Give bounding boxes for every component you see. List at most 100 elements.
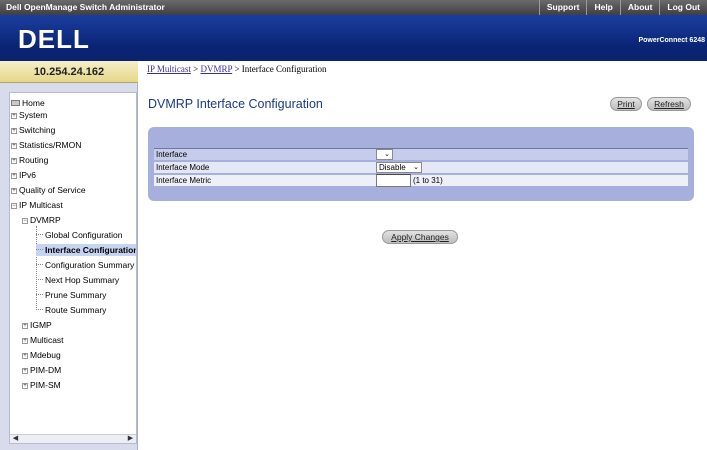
tree-connector [36,294,43,295]
help-link[interactable]: Help [586,0,619,15]
interface-mode-row: Interface Mode Disable ⌄ [154,162,688,173]
tree-item-label: Next Hop Summary [45,275,120,285]
refresh-button[interactable]: Refresh [647,97,691,111]
tree-item-ip-multicast[interactable]: − IP Multicast [11,199,63,211]
expand-icon[interactable]: + [11,113,17,119]
tree-connector [36,309,43,310]
tree-item-label: Interface Configuration [45,245,137,255]
interface-metric-range-hint: (1 to 31) [413,176,443,185]
tree-item-route-summary[interactable]: Route Summary [36,304,106,316]
scroll-right-icon[interactable]: ▶ [126,435,135,443]
product-model: PowerConnect 6248 [638,37,705,44]
tree-connector [36,264,43,265]
expand-icon[interactable]: + [22,353,28,359]
tree-item-switching[interactable]: + Switching [11,124,55,136]
tree-item-label: Prune Summary [45,290,107,300]
expand-icon[interactable]: + [11,188,17,194]
interface-metric-input[interactable] [376,174,411,187]
support-link[interactable]: Support [538,0,587,15]
expand-icon[interactable]: + [22,368,28,374]
breadcrumb-link-dvmrp[interactable]: DVMRP [201,64,233,74]
interface-row: Interface ⌄ [154,148,688,160]
horizontal-scrollbar[interactable]: ◀ ▶ [10,434,136,443]
tree-item-qos[interactable]: + Quality of Service [11,184,86,196]
home-folder-icon [11,100,20,106]
tree-item-multicast[interactable]: + Multicast [22,334,64,346]
tree-item-home[interactable]: Home [11,97,45,109]
tree-item-label: PIM-SM [30,380,61,390]
app-title: Dell OpenManage Switch Administrator [6,2,165,12]
breadcrumb-link-ip-multicast[interactable]: IP Multicast [147,64,191,74]
tree-item-label: IGMP [30,320,52,330]
tree-item-label: Routing [19,155,49,165]
navigation-tree: Home + System + Switching + Statistics/RMON… [9,92,137,444]
tree-item-label: PIM-DM [30,365,62,375]
expand-icon[interactable]: + [22,338,28,344]
tree-connector [36,249,43,250]
expand-icon[interactable]: + [22,323,28,329]
expand-icon[interactable]: + [11,128,17,134]
tree-item-label: Home [22,98,45,108]
tree-item-label: Switching [19,125,56,135]
tree-item-label: Route Summary [45,305,107,315]
tree-item-label: Global Configuration [45,230,123,240]
tree-item-label: IP Multicast [19,200,63,210]
top-bar: Dell OpenManage Switch Administrator Sup… [0,0,707,15]
top-links: Support Help About Log Out [538,0,707,15]
tree-item-label: Configuration Summary [45,260,135,270]
tree-item-prune-summary[interactable]: Prune Summary [36,289,106,301]
tree-item-label: Multicast [30,335,64,345]
interface-metric-label: Interface Metric [156,176,212,185]
sidebar: 10.254.24.162 Home + System + Switching + S… [0,61,138,450]
tree-connector [36,279,43,280]
expand-icon[interactable]: + [11,143,17,149]
interface-select[interactable]: ⌄ [376,149,393,160]
breadcrumb-current: Interface Configuration [241,64,327,74]
tree-connector [36,234,43,235]
scroll-left-icon[interactable]: ◀ [11,435,20,443]
chevron-down-icon: ⌄ [384,151,390,158]
breadcrumb: IP Multicast > DVMRP > Interface Configu… [147,64,326,74]
svg-text:DELL: DELL [18,24,90,54]
tree-item-routing[interactable]: + Routing [11,154,48,166]
tree-item-ipv6[interactable]: + IPv6 [11,169,36,181]
logout-link[interactable]: Log Out [659,0,707,15]
tree-item-configuration-summary[interactable]: Configuration Summary [36,259,134,271]
expand-icon[interactable]: + [11,158,17,164]
breadcrumb-separator: > [190,64,201,74]
expand-icon[interactable]: + [11,173,17,179]
interface-mode-select[interactable]: Disable ⌄ [376,162,422,173]
tree-item-label: Mdebug [30,350,61,360]
breadcrumb-separator: > [232,64,242,74]
tree-item-system[interactable]: + System [11,109,47,121]
interface-mode-label: Interface Mode [156,163,210,172]
about-link[interactable]: About [619,0,660,15]
tree-item-global-configuration[interactable]: Global Configuration [36,229,123,241]
tree-item-mdebug[interactable]: + Mdebug [22,349,61,361]
chevron-down-icon: ⌄ [413,164,419,171]
page-title: DVMRP Interface Configuration [148,97,323,111]
tree-item-next-hop-summary[interactable]: Next Hop Summary [36,274,119,286]
tree-item-pim-dm[interactable]: + PIM-DM [22,364,61,376]
tree-item-label: Quality of Service [19,185,86,195]
tree-item-label: Statistics/RMON [19,140,82,150]
tree-item-interface-configuration[interactable]: Interface Configuration [36,244,137,256]
expand-icon[interactable]: + [22,383,28,389]
apply-changes-button[interactable]: Apply Changes [382,230,458,244]
switch-ip-address: 10.254.24.162 [0,61,138,83]
interface-config-panel: Interface ⌄ Interface Mode Disable ⌄ Int… [148,127,694,201]
tree-item-label: DVMRP [30,215,61,225]
tree-item-label: System [19,110,48,120]
collapse-icon[interactable]: − [11,203,17,209]
interface-metric-row: Interface Metric (1 to 31) [154,174,688,187]
print-button[interactable]: Print [610,97,642,111]
tree-item-igmp[interactable]: + IGMP [22,319,52,331]
collapse-icon[interactable]: − [22,218,28,224]
interface-mode-value: Disable [379,163,406,172]
dell-logo: DELL [18,24,90,54]
tree-item-label: IPv6 [19,170,37,180]
tree-item-dvmrp[interactable]: − DVMRP [22,214,61,226]
tree-item-pim-sm[interactable]: + PIM-SM [22,379,61,391]
tree-item-statistics[interactable]: + Statistics/RMON [11,139,81,151]
interface-label: Interface [156,150,188,159]
